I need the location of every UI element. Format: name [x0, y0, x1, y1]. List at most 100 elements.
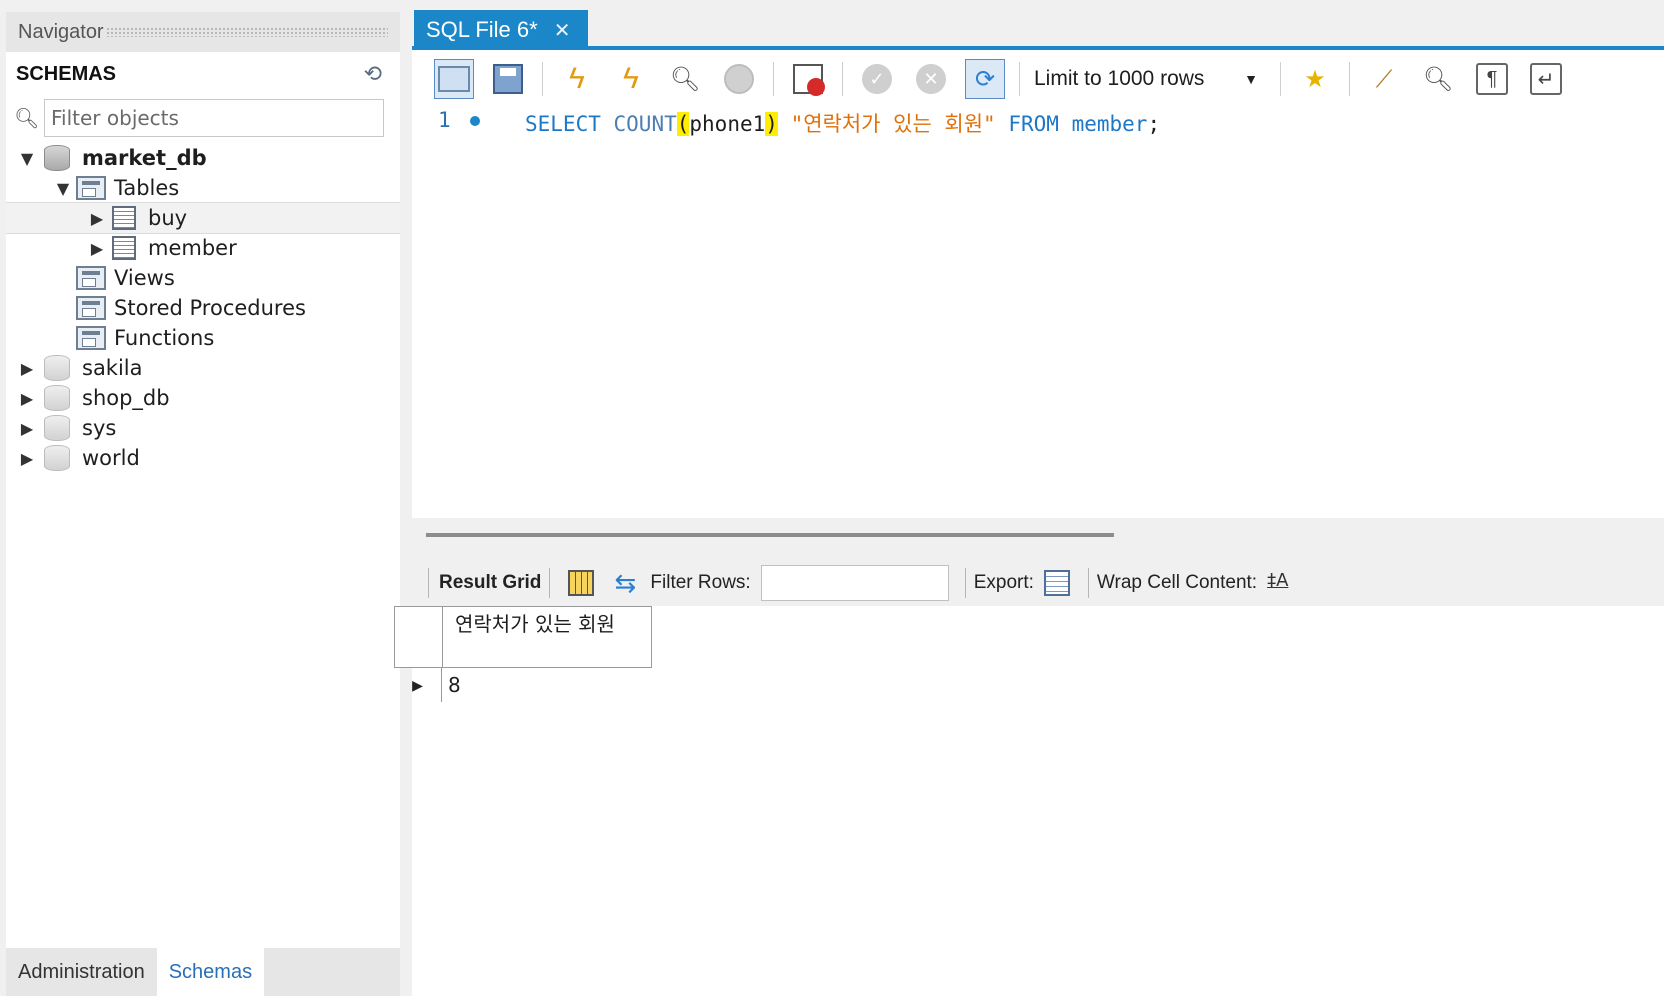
collapsed-triangle-icon[interactable]: ▶	[16, 389, 38, 408]
functions-folder-icon	[76, 326, 106, 350]
column-name: phone1	[689, 112, 766, 136]
wrap-icon: ↵	[1530, 63, 1562, 95]
collapsed-triangle-icon[interactable]: ▶	[16, 359, 38, 378]
execute-button[interactable]: ϟ	[557, 59, 597, 99]
schema-name: sakila	[82, 356, 143, 380]
tree-item-stored-procedures[interactable]: Stored Procedures	[6, 292, 400, 324]
table-cell[interactable]: 8	[442, 668, 652, 702]
expanded-triangle-icon[interactable]: ▼	[52, 179, 74, 198]
tables-folder-icon	[76, 176, 106, 200]
result-grid-label[interactable]: Result Grid	[437, 572, 541, 594]
tree-item-sakila[interactable]: ▶ sakila	[6, 352, 400, 384]
toolbar-separator	[1280, 62, 1281, 96]
collapsed-triangle-icon[interactable]: ▶	[86, 209, 108, 228]
stop-on-error-button[interactable]	[788, 59, 828, 99]
tab-schemas[interactable]: Schemas	[156, 948, 265, 996]
expanded-triangle-icon[interactable]: ▼	[16, 149, 38, 168]
procedures-folder-icon	[76, 296, 106, 320]
result-grid: 연락처가 있는 회원 ▶ 8	[394, 606, 1664, 996]
cross-icon: ✕	[916, 64, 946, 94]
toolbar-separator	[773, 62, 774, 96]
tree-item-shop-db[interactable]: ▶ shop_db	[6, 382, 400, 414]
tree-item-market-db[interactable]: ▼ market_db	[6, 142, 400, 174]
navigator-header: Navigator	[6, 12, 400, 52]
collapsed-triangle-icon[interactable]: ▶	[16, 419, 38, 438]
stop-button[interactable]	[719, 59, 759, 99]
sql-editor[interactable]: 1 SELECT COUNT(phone1) "연락처가 있는 회원" FROM…	[412, 104, 1664, 518]
autocommit-icon: ⟳	[974, 65, 996, 93]
limit-rows-select[interactable]: Limit to 1000 rows ▼	[1034, 59, 1266, 99]
beautify-button[interactable]: ⟋	[1364, 59, 1404, 99]
keyword-select: SELECT	[525, 112, 601, 136]
table-row[interactable]: ▶ 8	[394, 668, 652, 702]
semicolon: ;	[1147, 112, 1161, 136]
tree-item-member[interactable]: ▶ member	[6, 232, 400, 264]
horizontal-scrollbar[interactable]	[426, 533, 1114, 537]
open-paren: (	[676, 112, 690, 136]
rollback-button[interactable]: ✕	[911, 59, 951, 99]
lightning-cursor-icon: ϟ	[623, 62, 639, 95]
wrap-lines-button[interactable]: ↵	[1526, 59, 1566, 99]
tree-label: Stored Procedures	[114, 296, 306, 320]
close-icon[interactable]: ✕	[554, 18, 571, 43]
tree-item-functions[interactable]: Functions	[6, 322, 400, 354]
schemas-label: SCHEMAS	[16, 62, 117, 85]
execute-current-button[interactable]: ϟ	[611, 59, 651, 99]
toolbar-separator	[1087, 568, 1089, 598]
pilcrow-icon: ¶	[1476, 63, 1508, 95]
result-toolbar: Result Grid ⇆ Filter Rows: Export: Wrap …	[412, 560, 1664, 606]
grid-corner	[394, 606, 442, 668]
navigator-tabs: Administration Schemas	[6, 948, 400, 996]
export-icon[interactable]	[1043, 570, 1070, 596]
tree-item-world[interactable]: ▶ world	[6, 442, 400, 474]
keyword-from: FROM	[1008, 112, 1059, 136]
collapsed-triangle-icon[interactable]: ▶	[16, 449, 38, 468]
schemas-header: SCHEMAS ⟲	[6, 52, 400, 96]
toolbar-separator	[1349, 62, 1350, 96]
refresh-icon[interactable]: ⇆	[614, 570, 640, 596]
tree-label: buy	[148, 206, 188, 230]
filter-rows-input[interactable]	[760, 565, 949, 601]
schema-tree: ▼ market_db ▼ Tables ▶ buy ▶ member View…	[6, 140, 400, 948]
close-paren: )	[765, 112, 778, 136]
alias-string: "연락처가 있는 회원"	[790, 112, 996, 136]
grid-view-icon[interactable]	[568, 570, 595, 596]
navigator-title: Navigator	[18, 20, 104, 43]
hand-stop-icon	[724, 64, 754, 94]
tree-item-sys[interactable]: ▶ sys	[6, 412, 400, 444]
tree-item-tables[interactable]: ▼ Tables	[6, 172, 400, 204]
save-button[interactable]	[488, 59, 528, 99]
invisible-chars-button[interactable]: ¶	[1472, 59, 1512, 99]
panel-grip[interactable]	[105, 27, 388, 37]
filter-objects-input[interactable]	[44, 99, 384, 137]
lightning-icon: ϟ	[569, 62, 585, 95]
dropdown-arrow-icon: ▼	[1244, 71, 1258, 87]
toolbar-separator	[549, 568, 551, 598]
database-icon	[44, 385, 70, 411]
open-file-button[interactable]	[434, 59, 474, 99]
database-icon	[44, 355, 70, 381]
add-snippet-button[interactable]: ★	[1295, 59, 1335, 99]
commit-button[interactable]: ✓	[857, 59, 897, 99]
tree-item-buy[interactable]: ▶ buy	[6, 202, 400, 234]
explain-button[interactable]: 🔍︎	[665, 59, 705, 99]
find-button[interactable]: 🔍︎	[1418, 59, 1458, 99]
table-icon	[112, 206, 136, 230]
wrap-cell-label: Wrap Cell Content:	[1096, 572, 1258, 593]
function-count: COUNT	[613, 112, 677, 136]
tab-administration[interactable]: Administration	[6, 948, 157, 996]
toolbar-separator	[964, 568, 966, 598]
autocommit-button[interactable]: ⟳	[965, 59, 1005, 99]
broom-icon: ⟋	[1375, 65, 1393, 93]
sql-code-line[interactable]: SELECT COUNT(phone1) "연락처가 있는 회원" FROM m…	[525, 108, 1160, 138]
wrap-cell-icon[interactable]: ‡A	[1267, 570, 1293, 596]
collapsed-triangle-icon[interactable]: ▶	[86, 239, 108, 258]
tab-sql-file[interactable]: SQL File 6* ✕	[414, 10, 588, 50]
tree-item-views[interactable]: Views	[6, 262, 400, 294]
grid-header-row: 연락처가 있는 회원	[394, 606, 652, 668]
column-header[interactable]: 연락처가 있는 회원	[442, 606, 652, 668]
folder-icon	[438, 66, 470, 92]
views-folder-icon	[76, 266, 106, 290]
refresh-schemas-icon[interactable]: ⟲	[364, 61, 382, 87]
stop-on-error-icon	[793, 64, 825, 96]
